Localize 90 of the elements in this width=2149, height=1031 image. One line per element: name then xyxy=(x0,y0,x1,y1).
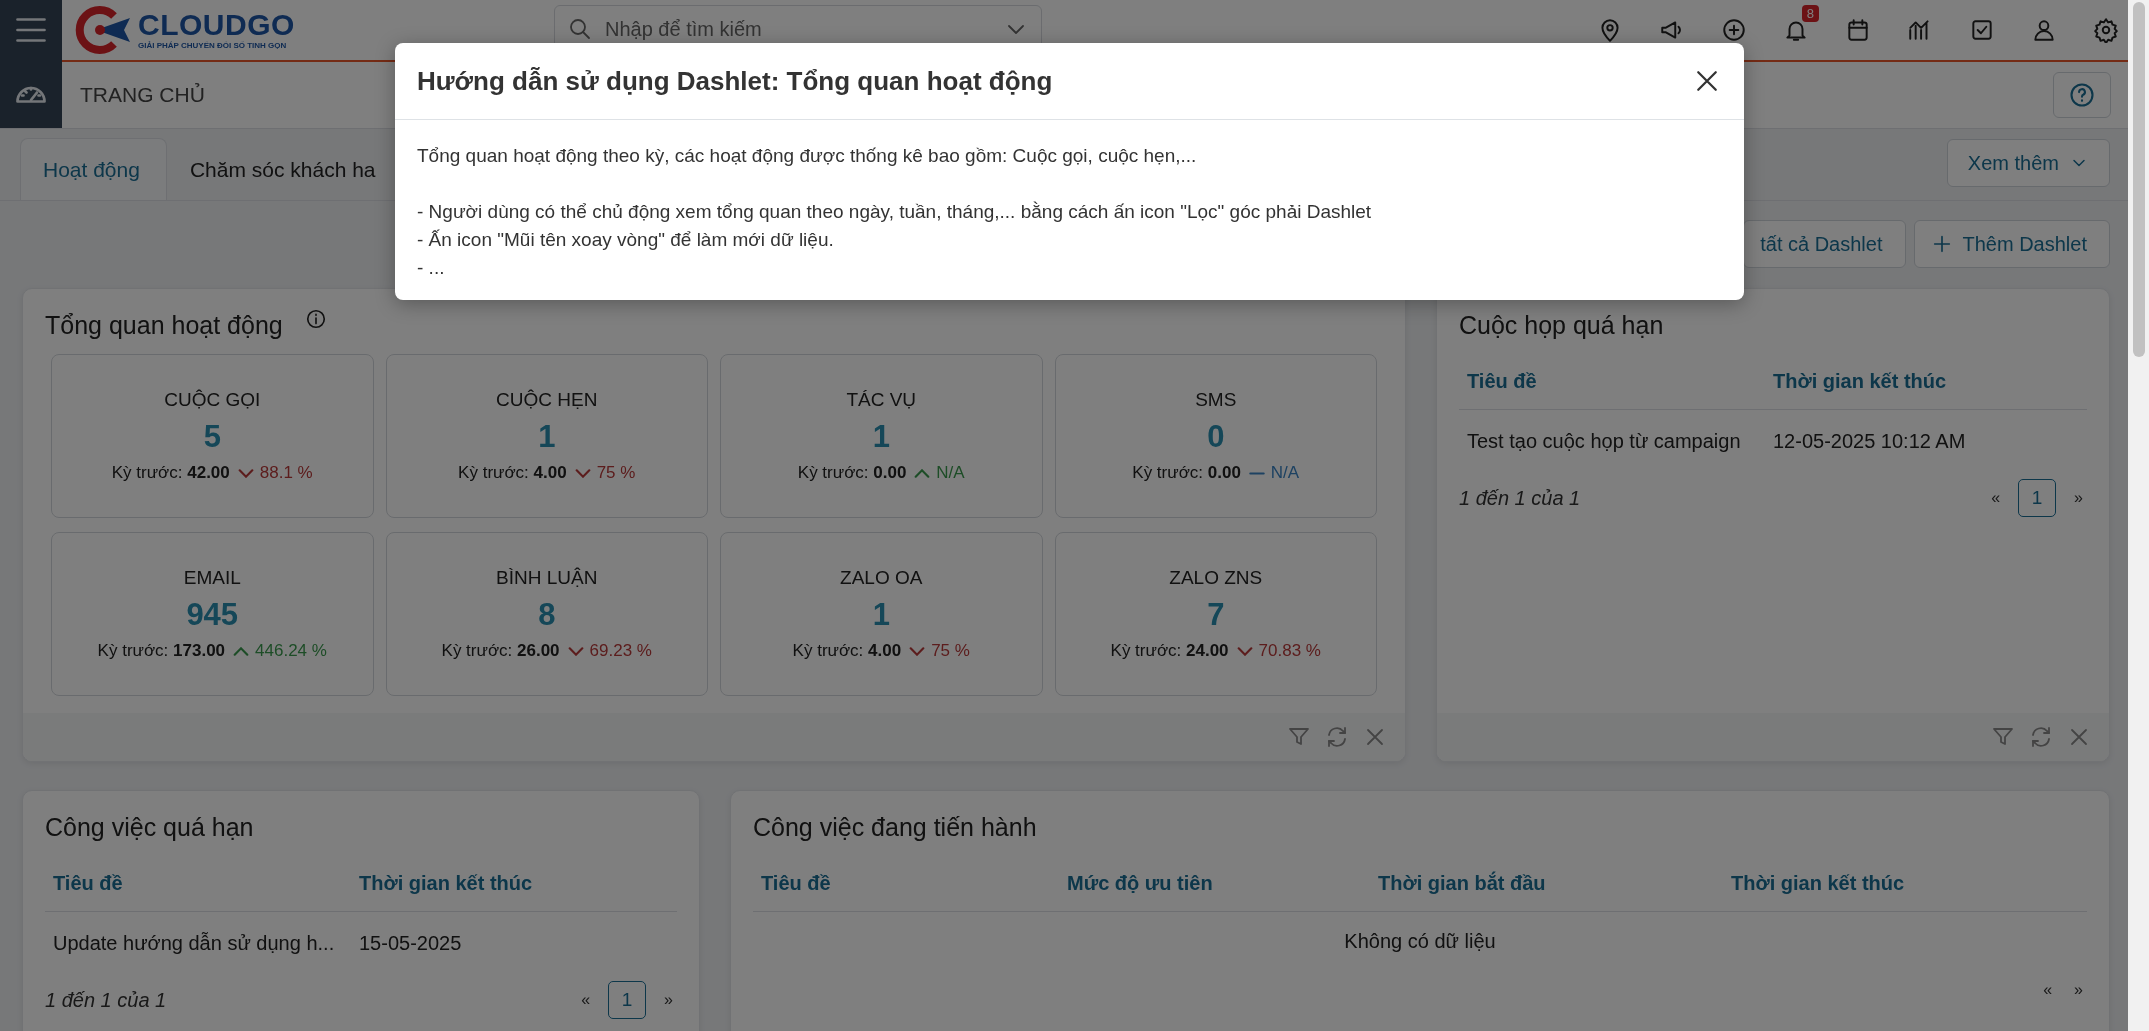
previous-period: Kỳ trước: 0.00 xyxy=(797,463,907,483)
empty-message: Không có dữ liệu xyxy=(1343,929,1497,954)
metric-value: 1 xyxy=(872,597,890,633)
pagination-summary: 1 đến 1 của 1 xyxy=(45,988,167,1012)
column-header[interactable]: Tiêu đề xyxy=(753,858,1059,912)
chevron-down-icon xyxy=(1236,646,1253,656)
change-percent: 70.83 % xyxy=(1258,641,1321,661)
previous-page-button[interactable]: « xyxy=(1987,485,2005,511)
dash-icon xyxy=(1248,471,1265,475)
column-header[interactable]: Mức độ ưu tiên xyxy=(1059,858,1370,912)
change-percent: 75 % xyxy=(596,463,636,483)
dashlet-title: Công việc đang tiến hành xyxy=(752,812,1038,843)
change-percent: N/A xyxy=(936,463,965,483)
change-percent: 69.23 % xyxy=(589,641,652,661)
column-header[interactable]: Thời gian kết thúc xyxy=(1723,858,2087,912)
column-header[interactable]: Tiêu đề xyxy=(45,858,351,912)
calendar-icon[interactable] xyxy=(1845,17,1871,43)
notification-badge: 8 xyxy=(1801,5,1819,22)
previous-period: Kỳ trước: 24.00 xyxy=(1110,641,1229,661)
column-header[interactable]: Thời gian kết thúc xyxy=(1765,356,2087,410)
next-page-button[interactable]: » xyxy=(660,987,677,1013)
previous-page-button[interactable]: « xyxy=(2039,977,2057,1003)
previous-period: Kỳ trước: 173.00 xyxy=(97,641,226,661)
metric-label: EMAIL xyxy=(183,567,241,589)
metric-value: 7 xyxy=(1207,597,1225,633)
change-percent: N/A xyxy=(1270,463,1300,483)
dashlet-title: Tổng quan hoạt động xyxy=(44,310,284,341)
metric-label: CUỘC GỌI xyxy=(164,389,261,411)
table-cell: Update hướng dẫn sử dụng h... xyxy=(45,911,351,975)
chevron-down-icon xyxy=(574,468,591,478)
dashlet-button[interactable]: tất cả Dashlet xyxy=(1743,220,1906,268)
add-dashlet-button[interactable]: Thêm Dashlet xyxy=(1913,220,2110,268)
dialog-text: Tổng quan hoạt động theo kỳ, các hoạt động được thống kê bao gồm: Cuộc gọi, cuộc hẹn,... xyxy=(417,144,1198,168)
search-icon xyxy=(568,17,592,41)
dialog-text: - ... xyxy=(417,256,446,280)
chevron-up-icon xyxy=(233,646,250,656)
previous-period: Kỳ trước: 4.00 xyxy=(792,641,902,661)
table-cell: 12-05-2025 10:12 AM xyxy=(1765,409,2087,473)
next-page-button[interactable]: » xyxy=(2070,977,2087,1003)
metric-value: 0 xyxy=(1207,419,1225,455)
metric-label: ZALO OA xyxy=(840,567,923,589)
metric-label: CUỘC HẸN xyxy=(496,389,598,411)
next-page-button[interactable]: » xyxy=(2070,485,2087,511)
logo-tagline: GIẢI PHÁP CHUYỂN ĐỔI SỐ TINH GỌN xyxy=(138,42,288,50)
user-icon[interactable] xyxy=(2031,17,2057,43)
tab[interactable]: Hoạt động xyxy=(20,138,167,200)
previous-page-button[interactable]: « xyxy=(577,987,595,1013)
previous-period: Kỳ trước: 42.00 xyxy=(111,463,230,483)
chevron-up-icon xyxy=(914,468,931,478)
chevron-down-icon xyxy=(567,646,584,656)
change-percent: 446.24 % xyxy=(255,641,327,661)
dialog-text: - Người dùng có thể chủ động xem tổng quan theo ngày, tuần, tháng,... bằng cách ấn icon "Lọc" góc phải Dashlet xyxy=(417,200,1373,224)
previous-period: Kỳ trước: 26.00 xyxy=(441,641,560,661)
dialog-title: Hướng dẫn sử dụng Dashlet: Tổng quan hoạt động xyxy=(417,65,1053,97)
metric-value: 1 xyxy=(538,419,556,455)
dialog-text: - Ấn icon "Mũi tên xoay vòng" để làm mới dữ liệu. xyxy=(417,228,835,252)
column-header[interactable]: Thời gian bắt đầu xyxy=(1370,858,1723,912)
change-percent: 75 % xyxy=(931,641,970,661)
table-cell: 15-05-2025 xyxy=(351,911,677,975)
column-header[interactable]: Thời gian kết thúc xyxy=(351,858,677,912)
breadcrumb: TRANG CHỦ xyxy=(80,83,205,107)
table-cell: Test tạo cuộc họp từ campaign xyxy=(1459,409,1765,473)
metric-label: SMS xyxy=(1195,389,1237,411)
info-icon[interactable] xyxy=(304,307,327,330)
metric-value: 1 xyxy=(872,419,890,455)
metric-label: TÁC VỤ xyxy=(846,389,917,411)
metric-value: 5 xyxy=(203,419,221,455)
pagination-summary: 1 đến 1 của 1 xyxy=(1459,486,1581,510)
change-percent: 88.1 % xyxy=(259,463,313,483)
previous-period: Kỳ trước: 4.00 xyxy=(458,463,567,483)
page-button[interactable]: 1 xyxy=(2018,479,2057,517)
dashlet-title: Cuộc họp quá hạn xyxy=(1458,310,1665,341)
add-icon[interactable] xyxy=(1721,17,1747,43)
help-button[interactable] xyxy=(2053,72,2111,118)
settings-icon[interactable] xyxy=(2093,17,2119,43)
metric-label: ZALO ZNS xyxy=(1169,567,1263,589)
scrollbar[interactable] xyxy=(2128,0,2149,1031)
column-header[interactable]: Tiêu đề xyxy=(1459,356,1765,410)
metric-label: BÌNH LUẬN xyxy=(496,567,598,589)
metric-value: 8 xyxy=(538,597,556,633)
chevron-down-icon xyxy=(237,468,254,478)
task-checkbox-icon[interactable] xyxy=(1969,17,1995,43)
page-button[interactable]: 1 xyxy=(608,981,647,1019)
metric-value: 945 xyxy=(186,597,239,633)
more-button[interactable]: Xem thêm xyxy=(1946,139,2110,187)
logo-text: CLOUDGO xyxy=(138,10,295,40)
dashlet-title: Công việc quá hạn xyxy=(44,812,255,843)
help-icon xyxy=(2068,81,2096,109)
chevron-down-icon xyxy=(909,646,926,656)
previous-period: Kỳ trước: 0.00 xyxy=(1132,463,1241,483)
